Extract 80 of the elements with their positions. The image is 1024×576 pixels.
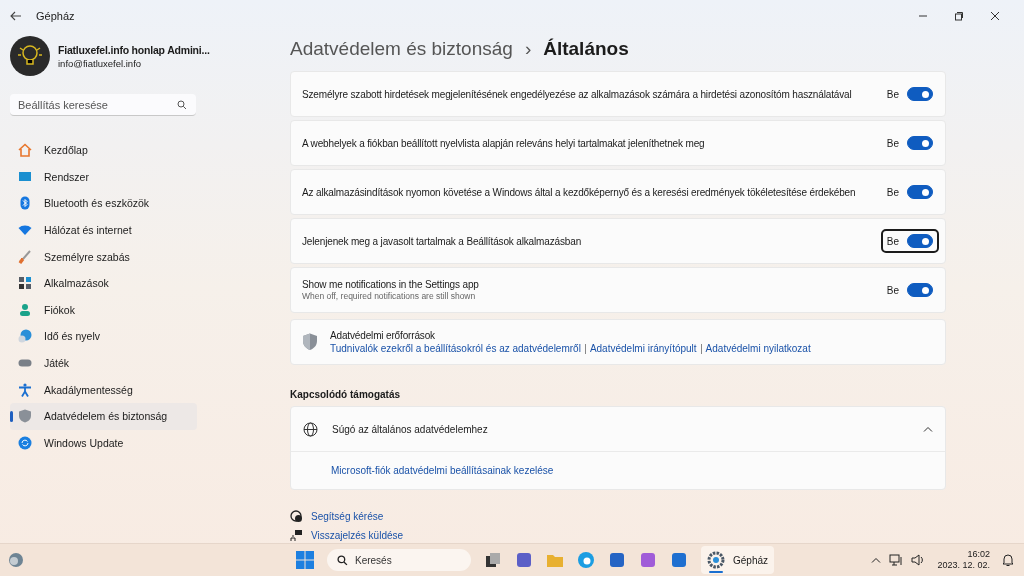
bell-icon[interactable] xyxy=(1002,553,1014,567)
account-email: info@fiatluxefel.info xyxy=(58,57,143,69)
sidebar-item[interactable]: Hálózat és internet xyxy=(10,216,197,244)
toggle-state: Be xyxy=(886,88,899,100)
avatar-icon xyxy=(10,36,50,76)
sidebar-item[interactable]: Rendszer xyxy=(10,163,197,191)
taskbar-search-field[interactable]: Keresés xyxy=(327,549,471,571)
sync-icon xyxy=(18,435,32,450)
section-heading: Kapcsolódó támogatás xyxy=(290,389,402,400)
account-name: Fiatluxefel.info honlap Admini... xyxy=(58,43,210,56)
setting-label: A webhelyek a fiókban beállított nyelvlista alapján releváns helyi tartalmakat jeleníthetnek meg xyxy=(302,137,706,149)
setting-description: When off, required notifications are still shown xyxy=(302,291,477,301)
help-icon xyxy=(290,510,303,523)
support-link[interactable]: Microsoft-fiók adatvédelmi beállításainak kezelése xyxy=(331,465,554,476)
chevron-icon[interactable] xyxy=(871,557,882,563)
taskbar-app[interactable]: Gépház xyxy=(701,546,775,574)
apps-icon xyxy=(18,276,32,291)
brush-icon xyxy=(18,249,32,264)
sidebar-item[interactable]: Kezdőlap xyxy=(10,137,197,164)
toggle-switch[interactable] xyxy=(907,234,933,248)
house-icon xyxy=(18,143,32,158)
weather-icon[interactable] xyxy=(8,552,24,568)
toggle-state: Be xyxy=(886,284,899,296)
start-icon[interactable] xyxy=(296,551,314,569)
toggle-switch[interactable] xyxy=(907,185,933,199)
chevron-icon[interactable] xyxy=(923,426,933,432)
sidebar-item[interactable]: Idő és nyelv xyxy=(10,323,197,350)
footer-link[interactable]: Segítség kérése xyxy=(311,511,384,522)
sidebar-item[interactable]: Fiókok xyxy=(10,296,197,324)
setting-label: Show me notifications in the Settings app xyxy=(302,279,480,290)
page-title: Általános xyxy=(543,38,629,60)
toggle-switch[interactable] xyxy=(907,283,933,297)
monitor-icon xyxy=(18,169,32,184)
privacy-link[interactable]: Tudnivalók ezekről a beállításokról és az adatvédelemről xyxy=(330,343,581,354)
sidebar-item[interactable]: Játék xyxy=(10,349,197,377)
toggle-state: Be xyxy=(886,235,899,247)
clock-time[interactable]: 16:02 xyxy=(967,549,990,560)
sidebar-item[interactable]: Alkalmazások xyxy=(10,269,197,297)
breadcrumb-separator: › xyxy=(524,38,532,60)
store-icon[interactable] xyxy=(608,551,626,569)
setting-label: Személyre szabott hirdetések megjelenítésének engedélyezése az alkalmazások számára a hirdetési azonosítóm használatával xyxy=(302,88,853,100)
resources-title: Adatvédelmi erőforrások xyxy=(330,330,436,341)
back-arrow-icon[interactable] xyxy=(10,11,22,21)
sidebar-item[interactable]: Adatvédelem és biztonság xyxy=(10,402,197,430)
window-title: Gépház xyxy=(36,10,75,22)
feedback-icon xyxy=(290,529,303,542)
accessibility-icon xyxy=(18,382,32,397)
app-icon[interactable] xyxy=(639,551,657,569)
toggle-state: Be xyxy=(886,186,899,198)
chat-icon[interactable] xyxy=(670,551,688,569)
toggle-state: Be xyxy=(886,137,899,149)
person-icon xyxy=(18,302,32,317)
restore-icon[interactable] xyxy=(954,11,964,21)
setting-label: Az alkalmazásindítások nyomon követése a Windows által a kezdőképernyő és a keresési eredmények tökéletesítése érdekében xyxy=(302,186,857,198)
footer-link[interactable]: Visszajelzés küldése xyxy=(311,530,404,541)
network-icon[interactable] xyxy=(889,554,904,566)
globe-icon xyxy=(303,421,318,437)
app-icon[interactable] xyxy=(515,551,533,569)
clock-date[interactable]: 2023. 12. 02. xyxy=(937,560,990,571)
speaker-icon[interactable] xyxy=(911,554,926,566)
toggle-switch[interactable] xyxy=(907,87,933,101)
sidebar-item[interactable]: Személyre szabás xyxy=(10,243,197,270)
sidebar-item[interactable]: Akadálymentesség xyxy=(10,376,197,403)
privacy-link[interactable]: Adatvédelmi irányítópult xyxy=(589,343,697,354)
sidebar-item[interactable]: Bluetooth és eszközök xyxy=(10,190,197,217)
breadcrumb-link[interactable]: Adatvédelem és biztonság xyxy=(290,38,513,60)
toggle-switch[interactable] xyxy=(907,136,933,150)
bluetooth-icon xyxy=(18,196,32,211)
expander-title[interactable]: Súgó az általános adatvédelemhez xyxy=(332,423,909,435)
search-icon xyxy=(337,554,348,566)
shield-icon xyxy=(302,333,318,351)
browser-icon[interactable] xyxy=(577,551,595,569)
shield-icon xyxy=(18,409,32,424)
search-field[interactable]: Beállítás keresése xyxy=(10,94,196,116)
gear-icon xyxy=(707,551,725,569)
privacy-link[interactable]: Adatvédelmi nyilatkozat xyxy=(705,343,811,354)
setting-label: Jelenjenek meg a javasolt tartalmak a Beállítások alkalmazásban xyxy=(302,235,583,247)
sidebar-item[interactable]: Windows Update xyxy=(10,429,197,457)
search-icon xyxy=(177,100,187,110)
close-icon[interactable] xyxy=(990,11,1000,21)
